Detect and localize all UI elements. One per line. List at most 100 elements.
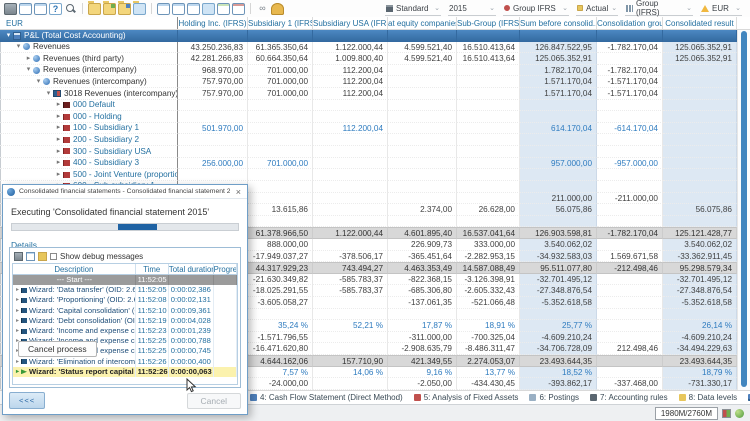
expand-arrow-icon[interactable]: ▸	[54, 169, 63, 180]
tab-cash-flow[interactable]: 4: Cash Flow Statement (Direct Method)	[250, 393, 403, 402]
expand-arrow-icon[interactable]: ▸	[54, 111, 63, 122]
column-header-4[interactable]: at equity companies	[388, 17, 457, 29]
expand-arrow-icon[interactable]: ▸	[14, 306, 21, 316]
log-row[interactable]: ▸Wizard: 'Income and expense cons...11:5…	[13, 326, 237, 336]
table-green-icon[interactable]	[217, 3, 230, 15]
table-row[interactable]: ▸400 - Subsidiary 3256.000,00701.000,009…	[0, 158, 750, 170]
data-level-selector[interactable]: Actual⌄	[576, 2, 618, 16]
tab-fixed-assets[interactable]: 5: Analysis of Fixed Assets	[414, 393, 519, 402]
table-row[interactable]: ▸100 - Subsidiary 1501.970,00112.200,046…	[0, 123, 750, 135]
expand-arrow-icon[interactable]: ▸	[54, 158, 63, 169]
log-start-row[interactable]: --- Start ---11:52:05	[13, 275, 237, 285]
expand-arrow-icon[interactable]: ▸	[54, 134, 63, 145]
column-header-1[interactable]: Holding Inc. (IFRS)	[178, 17, 248, 29]
cancel-process-button[interactable]: Cancel process	[18, 341, 97, 357]
log-row[interactable]: ▸Wizard: 'Elimination of intercompa...11…	[13, 357, 237, 367]
expand-arrow-icon[interactable]: ▸	[24, 53, 33, 64]
cancel-button[interactable]: Cancel	[187, 393, 241, 409]
expand-arrow-icon[interactable]: ▾	[34, 76, 43, 87]
value-cell: 1.571.170,04	[520, 88, 597, 100]
expand-arrow-icon[interactable]: ▸	[14, 295, 21, 305]
data-level-icon	[577, 5, 583, 11]
log-row[interactable]: ▸Wizard: 'Data transfer' (OID: 2.635...1…	[13, 285, 237, 295]
group-selector[interactable]: Group (IFRS)⌄	[625, 2, 693, 16]
expand-arrow-icon[interactable]: ▸	[14, 357, 21, 367]
vertical-scrollbar[interactable]	[737, 30, 750, 390]
table-row[interactable]: ▸300 - Subsidiary USA	[0, 146, 750, 158]
tab-postings[interactable]: 6: Postings	[529, 393, 579, 402]
user-settings-icon[interactable]	[271, 3, 284, 15]
filter-icon[interactable]	[38, 252, 47, 261]
log-row[interactable]: ▸Wizard: 'Capital consolidation' (OI...1…	[13, 306, 237, 316]
copy-icon[interactable]	[26, 252, 35, 261]
table-row[interactable]: ▸500 - Joint Venture (proportional)	[0, 169, 750, 181]
help-icon[interactable]: ?	[49, 3, 62, 15]
scenario-selector[interactable]: Group IFRS⌄	[503, 2, 569, 16]
expand-arrow-icon[interactable]: ▾	[24, 65, 33, 76]
wizard-flag-icon	[21, 359, 27, 364]
table-row[interactable]: ▾P&L (Total Cost Accounting)	[0, 30, 750, 42]
close-icon[interactable]: ×	[234, 187, 243, 197]
log-row[interactable]: ▸Wizard: 'Debt consolidation' (OID: ...1…	[13, 316, 237, 326]
table-row[interactable]: ▸000 - Holding	[0, 111, 750, 123]
expand-arrow-icon[interactable]: ▾	[44, 88, 53, 99]
table-row[interactable]: ▸Revenues (third party)42.281.266,8360.6…	[0, 53, 750, 65]
log-cell: 11:52:25	[136, 346, 169, 356]
table-row[interactable]: ▾Revenues (intercompany)968.970,00701.00…	[0, 65, 750, 77]
period-selector[interactable]: 2015⌄	[448, 2, 496, 16]
columns-mid-icon[interactable]	[172, 3, 185, 15]
search-icon[interactable]	[64, 3, 77, 15]
expand-arrow-icon[interactable]: ▸	[14, 285, 21, 295]
table-view-icon[interactable]	[19, 3, 32, 15]
folder-active-icon[interactable]	[133, 3, 146, 15]
dialog-title-bar[interactable]: Consolidated financial statements - Cons…	[3, 185, 247, 199]
columns-left-icon[interactable]	[157, 3, 170, 15]
column-header-0[interactable]: EUR	[0, 17, 178, 29]
scrollbar-thumb[interactable]	[741, 31, 747, 387]
details-toolbar: Show debug messages	[12, 250, 238, 263]
columns-right-icon[interactable]	[187, 3, 200, 15]
column-header-3[interactable]: Subsidiary USA (IFRS)	[313, 17, 388, 29]
column-header-5[interactable]: Sub-Group (IFRS)	[457, 17, 520, 29]
table-window-icon[interactable]	[34, 3, 47, 15]
links-icon[interactable]: ∞	[256, 3, 269, 15]
folder-open-icon[interactable]	[88, 3, 101, 15]
expand-arrow-icon[interactable]: ▸	[14, 367, 21, 377]
expand-arrow-icon[interactable]: ▸	[54, 100, 63, 111]
table-row[interactable]: ▾3018 Revenues (intercompany)757.970,007…	[0, 88, 750, 100]
column-header-2[interactable]: Subsidiary 1 (IFRS)	[248, 17, 313, 29]
print-icon[interactable]	[14, 252, 23, 261]
layout-selector[interactable]: Standard⌄	[385, 2, 441, 16]
log-row[interactable]: ▸Wizard: 'Proportioning' (OID: 2.63...11…	[13, 295, 237, 305]
print-icon[interactable]	[4, 3, 17, 15]
table-row[interactable]: ▸200 - Subsidiary 2	[0, 134, 750, 146]
value-cell: -2.605.332,43	[457, 285, 520, 297]
table-row[interactable]: ▾Revenues43.250.236,8361.365.350,641.122…	[0, 42, 750, 54]
value-cell	[597, 169, 663, 181]
log-column-header-3[interactable]: Progress	[214, 264, 237, 274]
log-column-header-0[interactable]: Description	[13, 264, 136, 274]
table-row[interactable]: ▾Revenues (intercompany)757.970,00701.00…	[0, 76, 750, 88]
column-header-8[interactable]: Consolidated result	[663, 17, 737, 29]
column-header-6[interactable]: Sum before consolid...	[520, 17, 597, 29]
tab-accounting-rules[interactable]: 7: Accounting rules	[590, 393, 668, 402]
currency-selector[interactable]: EUR⌄	[700, 2, 742, 16]
folder-import-icon[interactable]	[103, 3, 116, 15]
folder-export-icon[interactable]	[118, 3, 131, 15]
log-column-header-1[interactable]: Time	[136, 264, 169, 274]
expand-arrow-icon[interactable]: ▸	[54, 123, 63, 134]
expand-arrow-icon[interactable]: ▸	[14, 316, 21, 326]
table-red-icon[interactable]	[232, 3, 245, 15]
tab-data-levels[interactable]: 8: Data levels	[679, 393, 737, 402]
expand-arrow-icon[interactable]: ▸	[54, 146, 63, 157]
expand-arrow-icon[interactable]: ▾	[14, 42, 23, 53]
expand-arrow-icon[interactable]: ▸	[14, 326, 21, 336]
log-column-header-2[interactable]: Total duration	[169, 264, 214, 274]
collapse-button[interactable]: <<<	[9, 392, 45, 409]
table-row[interactable]: ▸000 Default	[0, 100, 750, 112]
show-debug-checkbox[interactable]	[50, 253, 57, 260]
expand-arrow-icon[interactable]: ▾	[4, 30, 13, 42]
log-row[interactable]: ▸Wizard: 'Status report capital co...11:…	[13, 367, 237, 377]
column-header-7[interactable]: Consolidation group	[597, 17, 663, 29]
columns-all-icon[interactable]	[202, 3, 215, 15]
